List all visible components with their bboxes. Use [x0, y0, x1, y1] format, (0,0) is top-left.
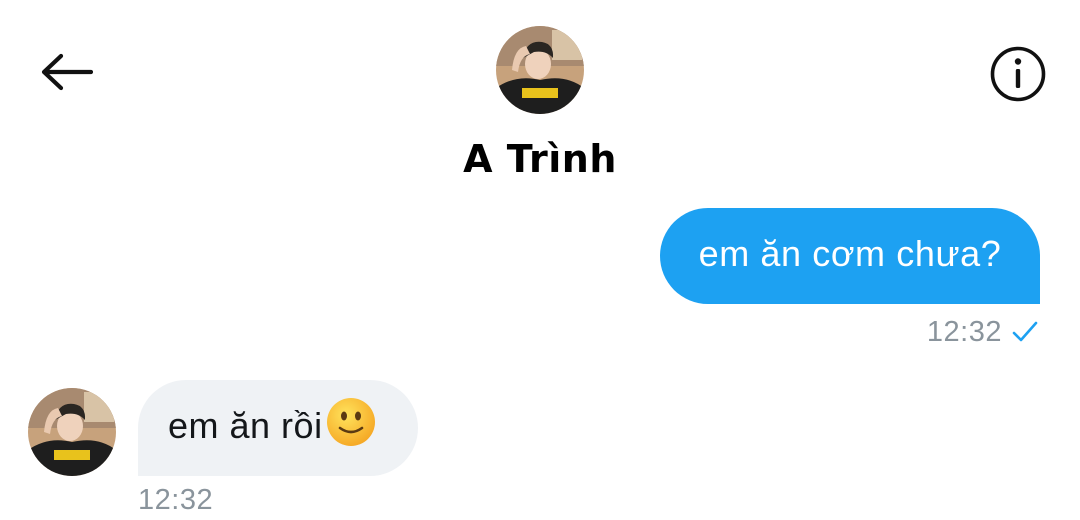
contact-avatar[interactable] [496, 26, 584, 114]
outgoing-message-bubble[interactable]: em ăn cơm chưa? [660, 208, 1040, 304]
contact-name: A Trình [463, 137, 617, 181]
slightly-smiling-face-icon [325, 396, 377, 457]
back-button[interactable] [36, 46, 96, 98]
outgoing-message-meta: 12:32 [927, 314, 1038, 350]
outgoing-message-text: em ăn cơm chưa? [698, 233, 1002, 274]
info-circle-icon [990, 46, 1046, 102]
info-button[interactable] [986, 44, 1050, 104]
sender-avatar[interactable] [28, 388, 116, 476]
incoming-message-time: 12:32 [138, 484, 214, 516]
incoming-message-text: em ăn rồi [168, 405, 323, 446]
outgoing-message-time: 12:32 [926, 316, 1002, 348]
incoming-message-bubble[interactable]: em ăn rồi [138, 380, 418, 476]
checkmark-icon [1012, 321, 1038, 343]
arrow-left-icon [41, 53, 93, 91]
